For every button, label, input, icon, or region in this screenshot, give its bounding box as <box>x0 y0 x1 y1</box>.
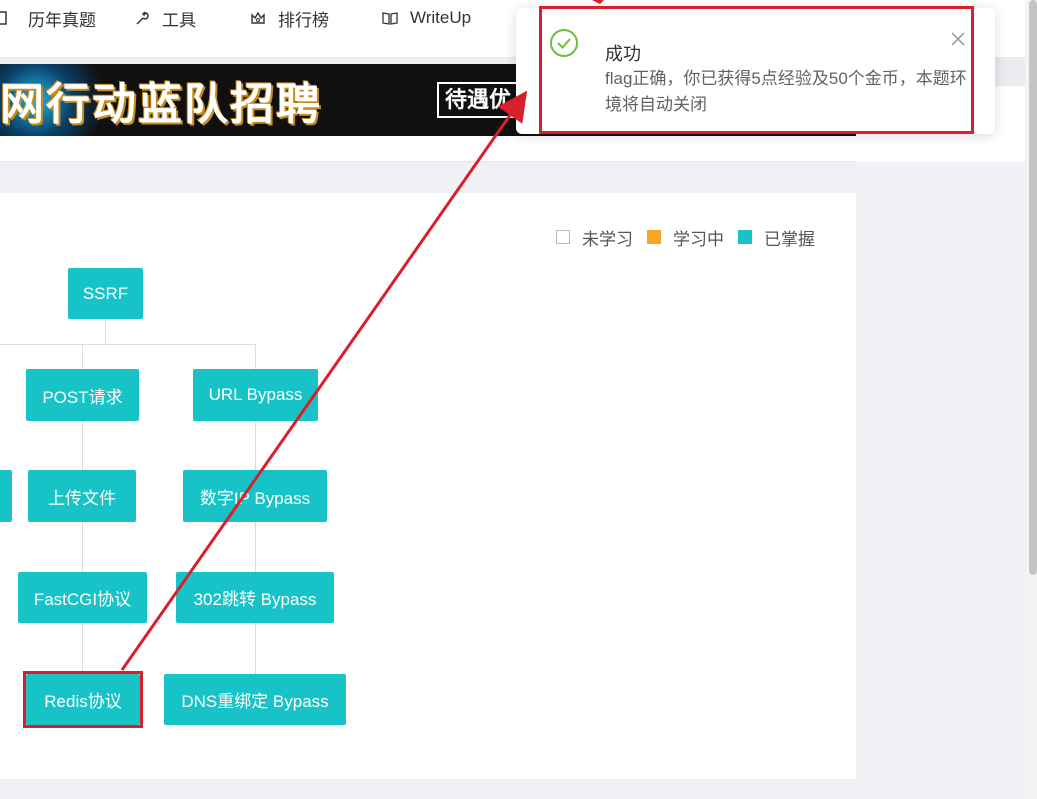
legend-swatch-mastered <box>738 230 752 244</box>
nav-item-past-exams[interactable]: 历年真题 <box>0 8 96 30</box>
tree-connector <box>0 344 256 345</box>
legend-label-not-learned: 未学习 <box>582 229 633 249</box>
open-book-icon <box>382 10 398 26</box>
legend-label-mastered: 已掌握 <box>764 229 815 249</box>
nav-item-tools[interactable]: 工具 <box>134 8 196 30</box>
legend-label-learning: 学习中 <box>673 229 724 249</box>
skill-node-302-bypass[interactable]: 302跳转 Bypass <box>176 572 334 623</box>
banner-bottom-area <box>0 136 856 162</box>
skill-node-dns-rebinding-bypass[interactable]: DNS重绑定 Bypass <box>164 674 346 725</box>
scrollbar-thumb[interactable] <box>1029 0 1037 575</box>
banner-headline: 网行动蓝队招聘 <box>0 80 322 129</box>
legend: 未学习 学习中 已掌握 <box>556 226 829 249</box>
skill-node-upload-file[interactable]: 上传文件 <box>28 470 136 522</box>
nav-item-label: 工具 <box>162 10 196 30</box>
nav-item-leaderboard[interactable]: 排行榜 <box>250 8 329 30</box>
skill-node-ip-bypass[interactable]: 数字IP Bypass <box>183 470 327 522</box>
wrench-icon <box>134 10 150 26</box>
tree-connector <box>105 319 106 345</box>
nav-item-label: 历年真题 <box>28 10 96 30</box>
skill-node-url-bypass[interactable]: URL Bypass <box>193 369 318 421</box>
book-icon <box>0 10 16 26</box>
skill-node-fastcgi[interactable]: FastCGI协议 <box>18 572 147 623</box>
crown-icon <box>250 10 266 26</box>
skill-node-post-request[interactable]: POST请求 <box>26 369 139 421</box>
nav-item-writeup[interactable]: WriteUp <box>382 8 471 28</box>
nav-item-label: WriteUp <box>410 8 472 27</box>
annotation-highlight-box <box>23 671 143 728</box>
annotation-highlight-box <box>539 6 974 134</box>
skill-node-partial[interactable] <box>0 470 12 522</box>
legend-swatch-learning <box>647 230 661 244</box>
legend-swatch-not-learned <box>556 230 570 244</box>
nav-item-label: 排行榜 <box>278 10 329 30</box>
skill-node-ssrf[interactable]: SSRF <box>68 268 143 319</box>
